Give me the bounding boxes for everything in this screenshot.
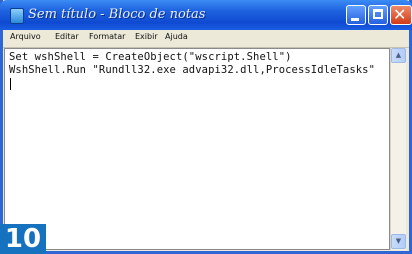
menu-editar[interactable]: Editar (55, 32, 79, 41)
minimize-button[interactable] (346, 5, 366, 25)
arrow-down-icon: ▼ (395, 237, 402, 245)
close-button[interactable]: ✕ (390, 5, 412, 25)
menu-formatar[interactable]: Formatar (89, 32, 125, 41)
arrow-up-icon: ▲ (395, 51, 402, 59)
notepad-icon[interactable] (10, 8, 24, 24)
close-icon: ✕ (393, 5, 407, 24)
menu-bar: Arquivo Editar Formatar Exibir Ajuda (3, 30, 409, 48)
text-editor-area[interactable]: Set wshShell = CreateObject("wscript.She… (4, 48, 390, 250)
editor-line-2: WshShell.Run "Rundll32.exe advapi32.dll,… (9, 64, 376, 76)
window-title: Sem título - Bloco de notas (28, 7, 206, 22)
editor-line-1: Set wshShell = CreateObject("wscript.She… (9, 51, 292, 63)
menu-arquivo[interactable]: Arquivo (10, 32, 41, 41)
scroll-down-button[interactable]: ▼ (391, 234, 406, 249)
maximize-button[interactable] (368, 5, 388, 25)
menu-exibir[interactable]: Exibir (135, 32, 158, 41)
title-bar[interactable]: Sem título - Bloco de notas ✕ (0, 0, 412, 30)
minimize-icon (351, 18, 359, 21)
vertical-scrollbar[interactable]: ▲ ▼ (390, 48, 406, 250)
step-number-badge: 10 (0, 224, 46, 254)
menu-ajuda[interactable]: Ajuda (165, 32, 188, 41)
text-caret (10, 78, 11, 90)
maximize-icon (373, 9, 383, 19)
scroll-up-button[interactable]: ▲ (391, 48, 406, 63)
